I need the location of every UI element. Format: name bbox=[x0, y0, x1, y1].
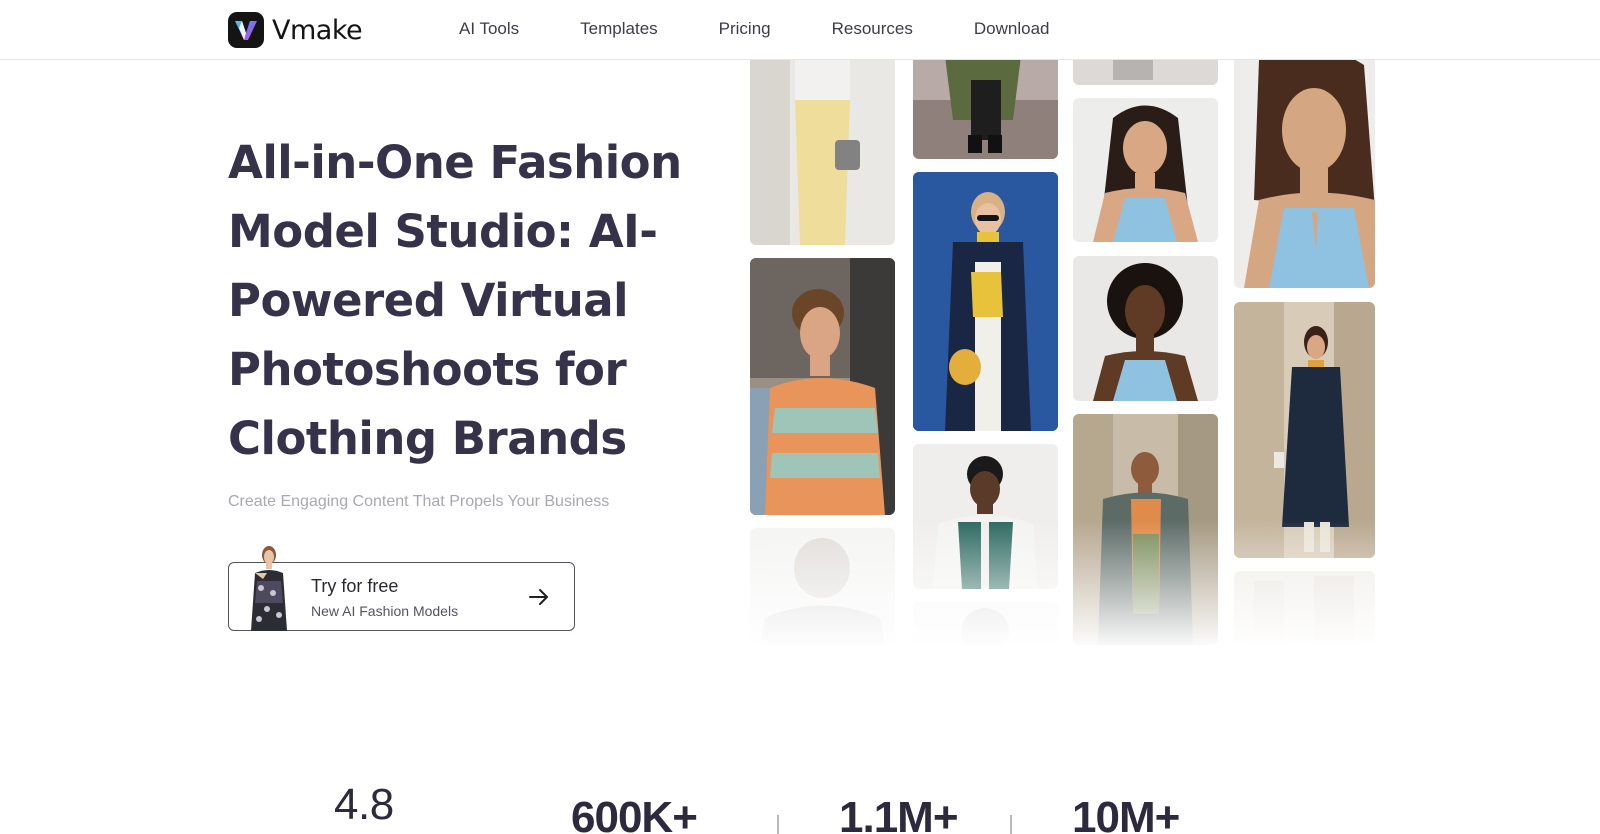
stat-rating: 4.8 bbox=[334, 780, 394, 829]
stat-creations: 10M+ bbox=[1072, 793, 1180, 834]
vmake-v-logo-icon bbox=[228, 12, 264, 48]
cta-sublabel: New AI Fashion Models bbox=[311, 603, 459, 619]
arrow-right-icon bbox=[527, 585, 551, 609]
hero-subtitle: Create Engaging Content That Propels You… bbox=[228, 493, 610, 510]
cta-label: Try for free bbox=[311, 576, 399, 596]
nav-templates[interactable]: Templates bbox=[580, 19, 657, 39]
gallery-image-model-man-green-varsity-jacket bbox=[913, 444, 1058, 589]
nav-download[interactable]: Download bbox=[974, 19, 1050, 39]
fashion-model-avatar bbox=[243, 543, 295, 631]
stat-divider bbox=[1010, 815, 1012, 834]
nav-resources[interactable]: Resources bbox=[832, 19, 913, 39]
gallery-image-model-street-top bbox=[1073, 60, 1218, 85]
gallery-image-model-faded-bottom bbox=[913, 602, 1058, 645]
stat-divider bbox=[777, 815, 779, 834]
gallery-image-model-man-curly-patterned-tee bbox=[750, 258, 895, 515]
gallery-image-model-woman-navy-trench-street bbox=[1234, 302, 1375, 558]
main-nav: AI Tools Templates Pricing Resources Dow… bbox=[459, 19, 1050, 39]
gallery-image-model-woman-blue-halter-closeup bbox=[1234, 60, 1375, 288]
try-for-free-button[interactable]: Try for free New AI Fashion Models bbox=[228, 546, 575, 631]
stat-downloads: 1.1M+ bbox=[839, 793, 959, 834]
model-gallery bbox=[750, 60, 1375, 645]
gallery-image-model-man-green-jacket-street bbox=[1073, 414, 1218, 645]
gallery-image-model-yellow-pants bbox=[750, 60, 895, 245]
top-navbar: Vmake AI Tools Templates Pricing Resourc… bbox=[0, 0, 1600, 60]
nav-ai-tools[interactable]: AI Tools bbox=[459, 19, 519, 39]
gallery-image-model-faded-building bbox=[1234, 571, 1375, 645]
gallery-image-model-man-faded bbox=[750, 528, 895, 645]
hero-title: All-in-One Fashion Model Studio: AI-Powe… bbox=[228, 136, 682, 465]
gallery-image-model-woman-blue-halter bbox=[1073, 98, 1218, 242]
gallery-image-model-woman-curly-blue-halter bbox=[1073, 256, 1218, 401]
brand-name: Vmake bbox=[272, 14, 363, 46]
gallery-image-model-green-coat-walking bbox=[913, 60, 1058, 159]
nav-pricing[interactable]: Pricing bbox=[719, 19, 771, 39]
gallery-image-model-woman-navy-coat-blue-wall bbox=[913, 172, 1058, 431]
vmake-logo[interactable]: Vmake bbox=[228, 12, 363, 48]
stat-users: 600K+ bbox=[571, 793, 698, 834]
